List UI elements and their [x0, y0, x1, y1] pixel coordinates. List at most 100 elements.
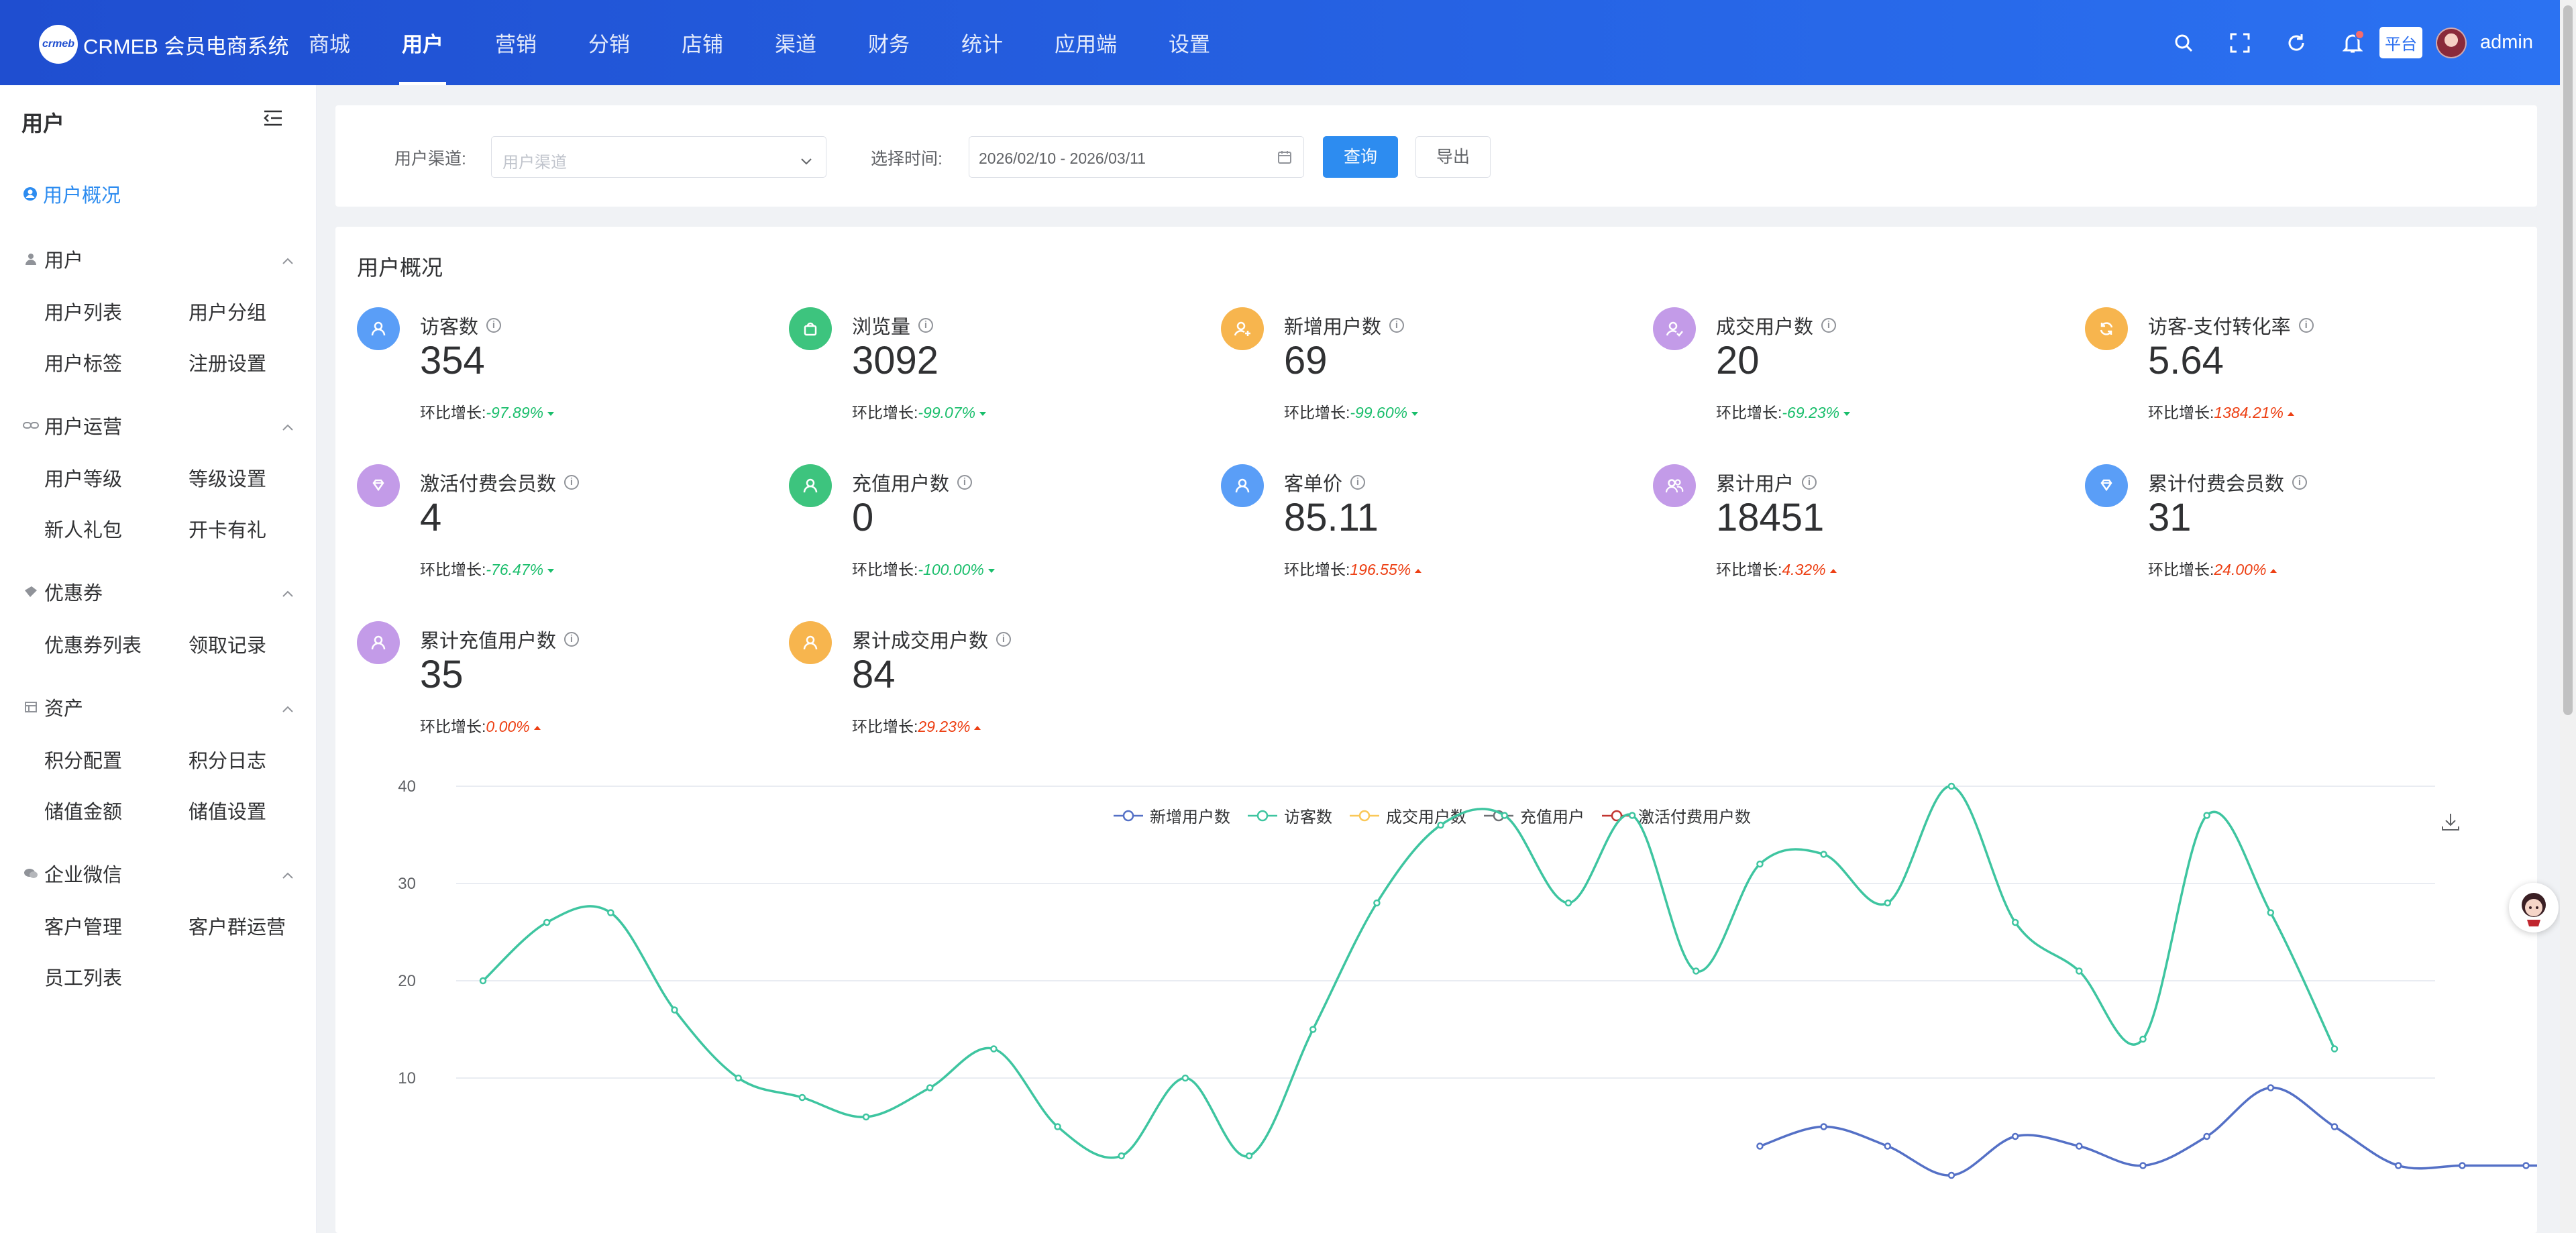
avatar[interactable] [2436, 27, 2467, 58]
data-point[interactable] [2076, 1142, 2083, 1150]
refresh-icon[interactable] [2283, 30, 2310, 56]
data-point[interactable] [1564, 899, 1572, 907]
data-point[interactable] [735, 1074, 742, 1082]
time-label: 选择时间: [871, 150, 943, 168]
nav-item-apps[interactable]: 应用端 [1055, 0, 1117, 85]
data-point[interactable] [2267, 909, 2275, 916]
data-point[interactable] [2076, 967, 2083, 975]
data-point[interactable] [1756, 860, 1764, 868]
data-point[interactable] [862, 1113, 870, 1121]
y-tick-label: 20 [398, 972, 416, 990]
sidebar-item-newbie-gift[interactable]: 新人礼包 [44, 515, 122, 543]
sidebar-item-stored-amount[interactable]: 储值金额 [44, 796, 122, 824]
export-button[interactable]: 导出 [1415, 136, 1491, 178]
sidebar-item-claim-records[interactable]: 领取记录 [189, 630, 266, 658]
query-button[interactable]: 查询 [1323, 136, 1398, 178]
data-point[interactable] [1884, 899, 1892, 907]
scrollbar-thumb[interactable] [2563, 5, 2573, 715]
assistant-avatar-icon[interactable] [2509, 883, 2559, 932]
data-point[interactable] [798, 1093, 806, 1102]
data-point[interactable] [2330, 1123, 2339, 1130]
data-point[interactable] [1947, 1171, 1955, 1179]
sidebar-group-label: 用户运营 [44, 417, 123, 438]
user-circle-icon [23, 187, 37, 201]
data-point[interactable] [1245, 1152, 1253, 1160]
nav-item-statistics[interactable]: 统计 [961, 0, 1003, 85]
data-point[interactable] [990, 1045, 998, 1053]
data-point[interactable] [607, 909, 614, 916]
sidebar-item-points-config[interactable]: 积分配置 [44, 745, 122, 773]
fullscreen-icon[interactable] [2226, 30, 2253, 56]
data-point[interactable] [1820, 851, 1827, 858]
data-point[interactable] [1437, 821, 1444, 829]
logo[interactable]: crmeb CRMEB 会员电商系统 [39, 25, 289, 64]
sidebar-item-user-tag[interactable]: 用户标签 [44, 348, 122, 376]
date-range-value: 2026/02/10 - 2026/03/11 [979, 150, 1146, 167]
data-point[interactable] [2011, 1132, 2019, 1140]
sidebar-item-register-settings[interactable]: 注册设置 [189, 348, 266, 376]
platform-badge[interactable]: 平台 [2379, 27, 2422, 58]
bell-icon[interactable] [2339, 29, 2366, 56]
sidebar-group-wecom[interactable]: 企业微信 [23, 859, 294, 888]
sidebar-item-points-log[interactable]: 积分日志 [189, 745, 266, 773]
header-actions: 平台 admin [2170, 0, 2560, 85]
channel-select[interactable]: 用户渠道 [491, 136, 826, 178]
sidebar-item-user-group[interactable]: 用户分组 [189, 297, 266, 325]
menu-collapse-icon[interactable] [263, 109, 283, 130]
sidebar-group-user-operation[interactable]: 用户运营 [23, 411, 294, 439]
chevron-up-icon [282, 863, 294, 885]
nav-item-store[interactable]: 店铺 [682, 0, 723, 85]
data-point[interactable] [1054, 1123, 1061, 1130]
data-point[interactable] [671, 1006, 678, 1014]
data-point[interactable] [479, 977, 487, 985]
sidebar-item-staff-list[interactable]: 员工列表 [44, 963, 122, 991]
data-point[interactable] [1373, 899, 1381, 907]
data-point[interactable] [1947, 782, 1955, 790]
page-scrollbar[interactable] [2560, 0, 2576, 1233]
data-point[interactable] [1628, 812, 1636, 819]
data-point[interactable] [2203, 1132, 2210, 1140]
sidebar-group-coupon[interactable]: 优惠券 [23, 578, 294, 606]
channel-label: 用户渠道: [394, 150, 466, 168]
nav-item-mall[interactable]: 商城 [309, 0, 350, 85]
data-point[interactable] [2330, 1045, 2339, 1053]
data-point[interactable] [926, 1084, 934, 1091]
sidebar-item-card-gift[interactable]: 开卡有礼 [189, 515, 266, 543]
data-point[interactable] [1181, 1074, 1189, 1082]
data-point[interactable] [2011, 918, 2019, 926]
data-point[interactable] [1693, 967, 1700, 975]
sidebar-item-user-level[interactable]: 用户等级 [44, 464, 122, 492]
date-range-picker[interactable]: 2026/02/10 - 2026/03/11 [969, 136, 1304, 178]
search-icon[interactable] [2170, 30, 2197, 56]
sidebar-group-user[interactable]: 用户 [23, 245, 294, 273]
data-point[interactable] [1309, 1026, 1317, 1033]
data-point[interactable] [2267, 1084, 2275, 1091]
sidebar-item-user-list[interactable]: 用户列表 [44, 297, 122, 325]
nav-item-marketing[interactable]: 营销 [495, 0, 537, 85]
data-point[interactable] [2394, 1162, 2402, 1169]
data-point[interactable] [2139, 1035, 2147, 1043]
nav-item-settings[interactable]: 设置 [1169, 0, 1210, 85]
data-point[interactable] [543, 918, 551, 926]
sidebar-item-stored-settings[interactable]: 储值设置 [189, 796, 266, 824]
nav-item-finance[interactable]: 财务 [868, 0, 910, 85]
user-name[interactable]: admin [2480, 32, 2533, 54]
sidebar-item-coupon-list[interactable]: 优惠券列表 [44, 630, 142, 658]
sidebar-item-customer-group-ops[interactable]: 客户群运营 [189, 912, 286, 940]
data-point[interactable] [1756, 1142, 1764, 1150]
nav-item-distribution[interactable]: 分销 [588, 0, 630, 85]
data-point[interactable] [1820, 1123, 1827, 1130]
nav-item-user[interactable]: 用户 [399, 0, 446, 85]
data-point[interactable] [2459, 1162, 2466, 1169]
data-point[interactable] [1884, 1142, 1892, 1150]
data-point[interactable] [1118, 1152, 1125, 1160]
sidebar-item-customer-mgmt[interactable]: 客户管理 [44, 912, 122, 940]
sidebar-group-assets[interactable]: 资产 [23, 693, 294, 721]
data-point[interactable] [2203, 812, 2210, 819]
data-point[interactable] [2139, 1162, 2147, 1169]
sidebar-item-level-settings[interactable]: 等级设置 [189, 464, 266, 492]
data-point[interactable] [2522, 1162, 2530, 1169]
nav-item-channel[interactable]: 渠道 [775, 0, 816, 85]
data-point[interactable] [1501, 812, 1509, 819]
sidebar-item-user-overview[interactable]: 用户概况 [23, 180, 121, 208]
